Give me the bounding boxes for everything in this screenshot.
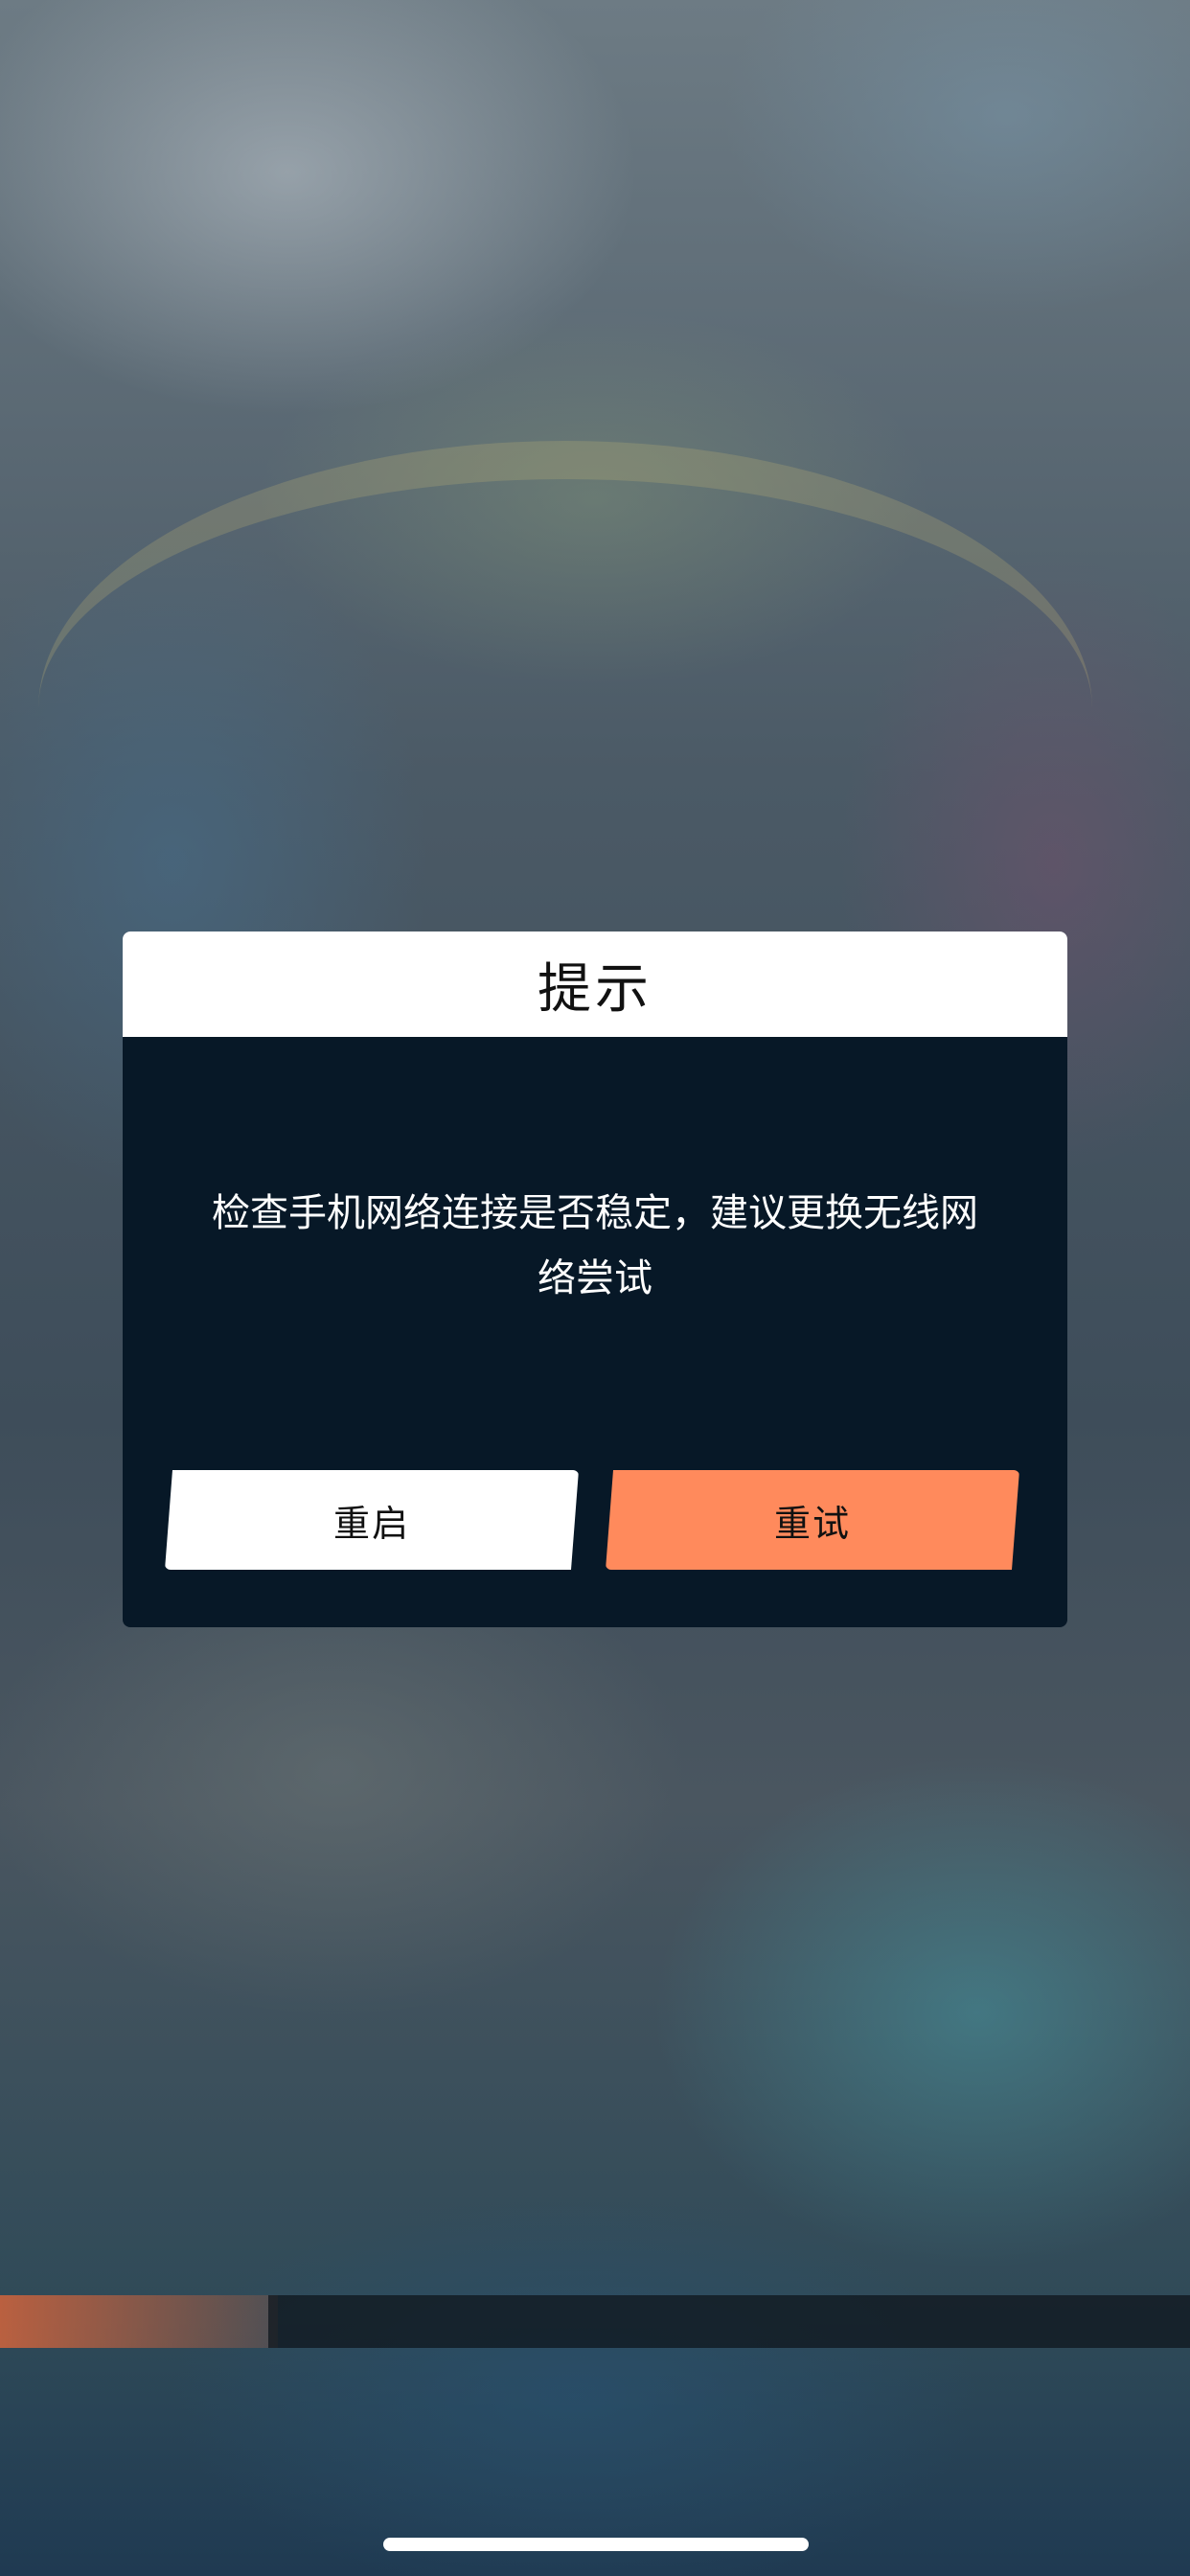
background-decoration xyxy=(268,2295,1190,2348)
dialog-message: 检查手机网络连接是否稳定，建议更换无线网络尝试 xyxy=(212,1191,978,1300)
dialog-title: 提示 xyxy=(538,957,652,1021)
home-indicator[interactable] xyxy=(383,2538,809,2551)
restart-button[interactable]: 重启 xyxy=(165,1470,579,1570)
background-decoration xyxy=(0,2295,278,2348)
background-decoration xyxy=(38,441,1092,978)
network-error-dialog: 提示 检查手机网络连接是否稳定，建议更换无线网络尝试 重启 重试 xyxy=(123,932,1067,1627)
retry-button[interactable]: 重试 xyxy=(606,1470,1019,1570)
dialog-header: 提示 xyxy=(123,932,1067,1037)
